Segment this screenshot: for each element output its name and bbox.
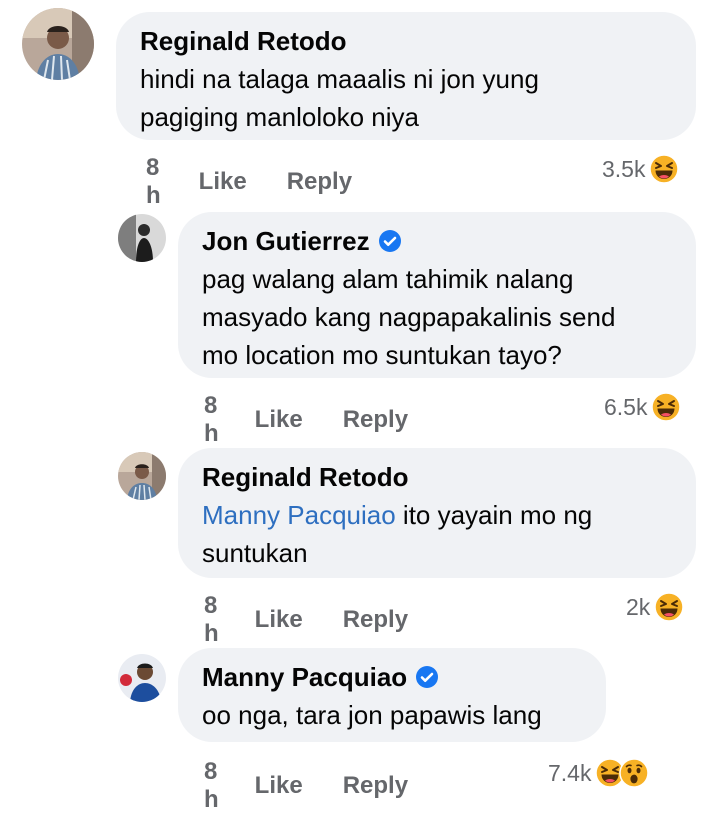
- timestamp[interactable]: 8 h: [204, 592, 219, 648]
- verified-badge-icon: [415, 665, 439, 689]
- author-name[interactable]: Jon Gutierrez: [202, 226, 672, 256]
- user-photo-icon: [118, 452, 166, 500]
- avatar[interactable]: [118, 654, 166, 702]
- comment-text: oo nga, tara jon papawis lang: [202, 696, 582, 734]
- comment-line: pag walang alam tahimik nalang: [202, 264, 574, 294]
- comment-text: pag walang alam tahimik nalang masyado k…: [202, 260, 672, 374]
- comment-text: Manny Pacquiao ito yayain mo ng suntukan: [202, 496, 672, 572]
- comment-bubble: Reginald Retodo hindi na talaga maaalis …: [116, 12, 696, 140]
- author-label[interactable]: Reginald Retodo: [202, 462, 409, 492]
- reaction-summary[interactable]: 6.5k: [604, 392, 681, 422]
- avatar[interactable]: [118, 214, 166, 262]
- reaction-count: 2k: [626, 593, 651, 620]
- comment-line: pagiging manloloko niya: [140, 102, 419, 132]
- timestamp[interactable]: 8 h: [146, 154, 161, 210]
- reply-button[interactable]: Reply: [343, 772, 408, 800]
- user-photo-icon: [22, 8, 94, 80]
- author-name[interactable]: Reginald Retodo: [202, 462, 672, 492]
- like-button[interactable]: Like: [255, 606, 303, 634]
- like-button[interactable]: Like: [199, 168, 247, 196]
- comment-line: hindi na talaga maaalis ni jon yung: [140, 64, 539, 94]
- comment-actions: 8 h Like Reply: [204, 392, 408, 448]
- author-name[interactable]: Manny Pacquiao: [202, 662, 582, 692]
- comment-fragment: ito yayain mo ng: [395, 500, 593, 530]
- comment-actions: 8 h Like Reply: [146, 154, 352, 210]
- like-button[interactable]: Like: [255, 406, 303, 434]
- comment-actions: 8 h Like Reply: [204, 592, 408, 648]
- mention-link[interactable]: Manny Pacquiao: [202, 500, 396, 530]
- reply-button[interactable]: Reply: [287, 168, 352, 196]
- haha-icon: [651, 392, 681, 422]
- author-label[interactable]: Reginald Retodo: [140, 26, 347, 56]
- timestamp[interactable]: 8 h: [204, 758, 219, 814]
- comment-line: mo location mo suntukan tayo?: [202, 340, 562, 370]
- verified-badge-icon: [378, 229, 402, 253]
- comment-line: Manny Pacquiao ito yayain mo ng: [202, 496, 672, 534]
- reaction-count: 3.5k: [602, 155, 646, 182]
- comment-text: hindi na talaga maaalis ni jon yung pagi…: [140, 60, 672, 136]
- like-button[interactable]: Like: [255, 772, 303, 800]
- user-photo-icon: [118, 654, 166, 702]
- reaction-summary[interactable]: 2k: [626, 592, 684, 622]
- wow-icon: [619, 758, 649, 788]
- comment-line: masyado kang nagpapakalinis send: [202, 302, 616, 332]
- reaction-summary[interactable]: 7.4k: [548, 758, 649, 788]
- comment-line: oo nga, tara jon papawis lang: [202, 700, 542, 730]
- haha-icon: [649, 154, 679, 184]
- user-photo-icon: [118, 214, 166, 262]
- reply-button[interactable]: Reply: [343, 406, 408, 434]
- comment-bubble: Jon Gutierrez pag walang alam tahimik na…: [178, 212, 696, 378]
- avatar[interactable]: [118, 452, 166, 500]
- comment-bubble: Reginald Retodo Manny Pacquiao ito yayai…: [178, 448, 696, 578]
- comment-actions: 8 h Like Reply: [204, 758, 408, 814]
- reaction-summary[interactable]: 3.5k: [602, 154, 679, 184]
- avatar[interactable]: [22, 8, 94, 80]
- haha-icon: [654, 592, 684, 622]
- reaction-count: 7.4k: [548, 759, 592, 786]
- comment-line: suntukan: [202, 538, 308, 568]
- comment-bubble: Manny Pacquiao oo nga, tara jon papawis …: [178, 648, 606, 742]
- author-label[interactable]: Jon Gutierrez: [202, 226, 370, 256]
- timestamp[interactable]: 8 h: [204, 392, 219, 448]
- author-label[interactable]: Manny Pacquiao: [202, 662, 407, 692]
- reaction-count: 6.5k: [604, 393, 648, 420]
- reply-button[interactable]: Reply: [343, 606, 408, 634]
- author-name[interactable]: Reginald Retodo: [140, 26, 672, 56]
